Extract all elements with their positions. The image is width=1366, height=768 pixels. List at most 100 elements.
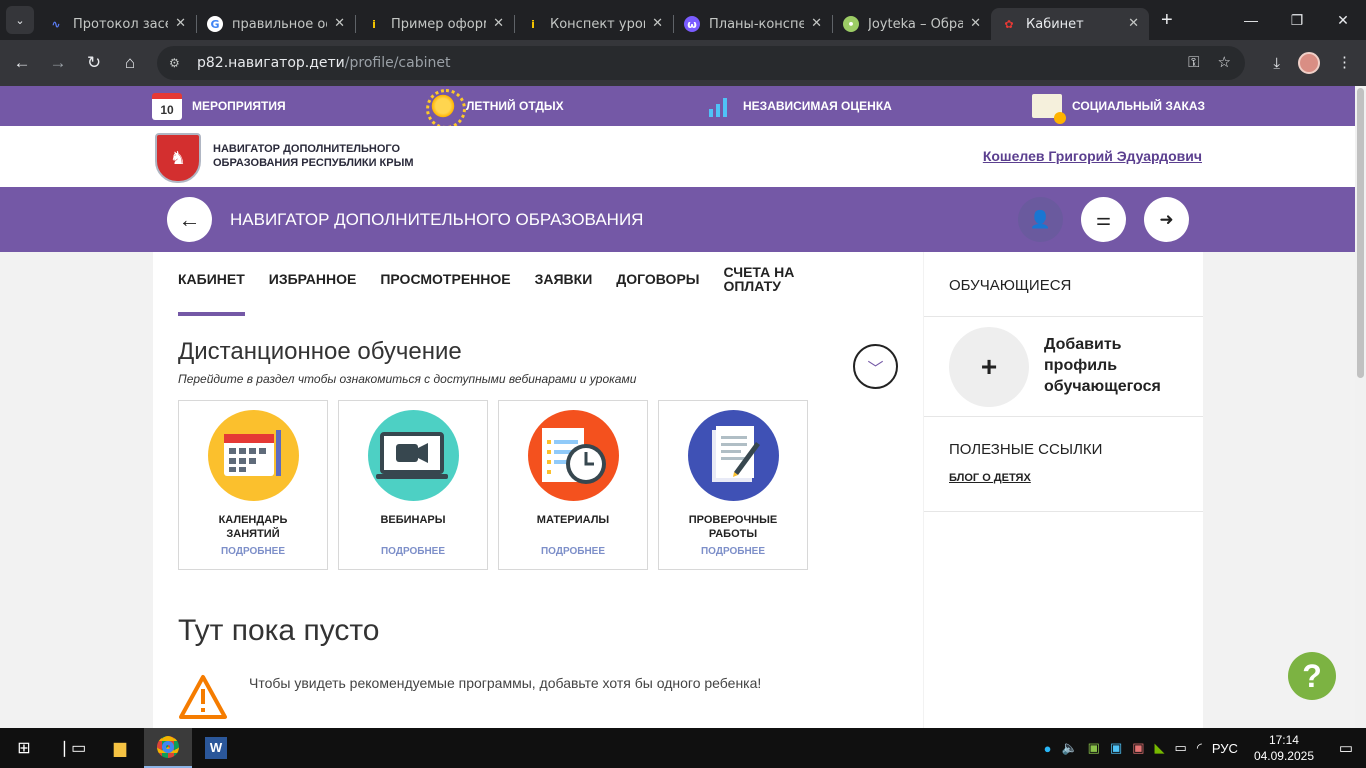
reload-icon[interactable]: ↻ [76,53,112,73]
card-materials[interactable]: МАТЕРИАЛЫ ПОДРОБНЕЕ [498,400,648,570]
user-button[interactable]: 👤 [1018,197,1063,242]
word-icon[interactable]: W [192,728,240,768]
filters-button[interactable]: ⚌ [1081,197,1126,242]
clock-document-icon [528,410,619,501]
site-header: ♞ НАВИГАТОР ДОПОЛНИТЕЛЬНОГО ОБРАЗОВАНИЯ … [0,126,1355,187]
card-calendar[interactable]: КАЛЕНДАРЬ ЗАНЯТИЙ ПОДРОБНЕЕ [178,400,328,570]
blog-link[interactable]: БЛОГ О ДЕТЯХ [949,472,1031,484]
menu-events[interactable]: 10 МЕРОПРИЯТИЯ [152,86,286,126]
language-indicator[interactable]: РУС [1212,741,1238,756]
user-profile-link[interactable]: Кошелев Григорий Эдуардович [983,148,1202,164]
close-tab-icon[interactable]: ✕ [175,16,186,31]
address-bar-row: ← → ↻ ⌂ ⚙ p82.навигатор.дети/profile/cab… [0,40,1366,86]
new-tab-icon[interactable]: + [1161,9,1173,32]
close-window-icon[interactable]: ✕ [1320,0,1366,40]
nvidia-icon[interactable]: ◣ [1155,740,1165,756]
browser-tab-2[interactable]: G правильное оф ✕ [197,8,355,40]
key-icon[interactable]: ⚿ [1188,53,1199,71]
browser-tab-4[interactable]: i Конспект урока ✕ [515,8,673,40]
card-tests[interactable]: ПРОВЕРОЧНЫЕ РАБОТЫ ПОДРОБНЕЕ [658,400,808,570]
menu-dots-icon[interactable]: ⋮ [1337,53,1352,71]
tab-viewed[interactable]: ПРОСМОТРЕННОЕ [380,272,510,293]
navigator-icon: ✿ [1004,17,1014,31]
distance-learning-title: Дистанционное обучение [178,338,462,365]
forward-arrow-icon[interactable]: → [40,53,76,73]
browser-tab-6[interactable]: • Joyteka – Обра ✕ [833,8,991,40]
info-icon: i [531,17,535,31]
chrome-icon[interactable] [144,728,192,768]
sidebar: ОБУЧАЮЩИЕСЯ + Добавить профиль обучающег… [924,252,1203,728]
tab-invoices[interactable]: СЧЕТА НА ОПЛАТУ [723,265,803,293]
app-tray-icon[interactable]: ▣ [1132,740,1144,756]
sliders-icon: ⚌ [1095,209,1112,229]
close-tab-icon[interactable]: ✕ [493,16,504,31]
tab-search-button[interactable]: ⌄ [6,6,34,34]
add-student-button[interactable]: + [949,327,1029,407]
site-logo-text[interactable]: НАВИГАТОР ДОПОЛНИТЕЛЬНОГО ОБРАЗОВАНИЯ РЕ… [213,142,414,170]
bulb-icon: • [843,16,859,32]
tab-applications[interactable]: ЗАЯВКИ [535,272,593,293]
wifi-icon[interactable]: ◜ [1197,740,1202,756]
tab-cabinet[interactable]: КАБИНЕТ [178,272,245,316]
more-link[interactable]: ПОДРОБНЕЕ [179,546,327,557]
download-icon[interactable]: ⤓ [1273,55,1280,72]
help-button[interactable]: ? [1288,652,1336,700]
browser-tab-7[interactable]: ✿ Кабинет ✕ [991,8,1149,40]
app-tray-icon[interactable]: ▣ [1110,740,1122,756]
logout-button[interactable]: ➜ [1144,197,1189,242]
chevron-down-icon: ﹀ [867,360,884,378]
clock[interactable]: 17:14 04.09.2025 [1254,732,1314,764]
back-arrow-icon[interactable]: ← [4,53,40,73]
close-tab-icon[interactable]: ✕ [334,16,345,31]
calendar-icon: 10 [152,92,182,120]
back-button[interactable]: ← [167,197,212,242]
crimea-emblem-logo[interactable]: ♞ [155,133,201,183]
calendar-icon [208,410,299,501]
menu-assessment[interactable]: НЕЗАВИСИМАЯ ОЦЕНКА [707,86,892,126]
test-paper-icon [688,410,779,501]
notification-icon[interactable]: ▭ [1326,739,1366,757]
arrow-left-icon: ← [178,206,201,232]
close-tab-icon[interactable]: ✕ [811,16,822,31]
more-link[interactable]: ПОДРОБНЕЕ [499,546,647,557]
file-explorer-icon[interactable]: ▆ [96,728,144,768]
battery-icon[interactable]: ▭ [1175,740,1187,756]
browser-tab-5[interactable]: ω Планы-конспек ✕ [674,8,832,40]
more-link[interactable]: ПОДРОБНЕЕ [659,546,807,557]
add-student-label[interactable]: Добавить профиль обучающегося [1044,334,1194,397]
page-title: НАВИГАТОР ДОПОЛНИТЕЛЬНОГО ОБРАЗОВАНИЯ [230,210,644,229]
home-icon[interactable]: ⌂ [112,53,148,73]
close-tab-icon[interactable]: ✕ [970,16,981,31]
restore-icon[interactable]: ❐ [1274,0,1320,40]
camera-icon [368,410,459,501]
profile-avatar[interactable] [1298,52,1320,74]
certificate-icon [1032,94,1066,124]
collapse-button[interactable]: ﹀ [853,344,898,389]
volume-icon[interactable]: 🔈 [1061,740,1077,756]
minimize-icon[interactable]: — [1228,0,1274,40]
more-link[interactable]: ПОДРОБНЕЕ [339,546,487,557]
warning-icon [179,675,227,719]
close-tab-icon[interactable]: ✕ [652,16,663,31]
site-info-icon[interactable]: ⚙ [169,56,185,70]
menu-social-order[interactable]: СОЦИАЛЬНЫЙ ЗАКАЗ [1032,86,1205,126]
card-webinars[interactable]: ВЕБИНАРЫ ПОДРОБНЕЕ [338,400,488,570]
scroll-thumb[interactable] [1357,88,1364,378]
students-heading: ОБУЧАЮЩИЕСЯ [949,277,1072,294]
tab-favorites[interactable]: ИЗБРАННОЕ [269,272,357,293]
close-tab-icon[interactable]: ✕ [1128,16,1139,31]
browser-tab-3[interactable]: i Пример оформ ✕ [356,8,514,40]
task-view-icon[interactable]: ❘▭ [48,728,96,768]
infourok-icon: ω [684,16,700,32]
url-field[interactable]: ⚙ p82.навигатор.дети/profile/cabinet ⚿ ☆ [157,46,1245,80]
page-scrollbar[interactable] [1355,86,1366,728]
browser-tab-1[interactable]: ∿ Протокол засед ✕ [38,8,196,40]
app-tray-icon[interactable]: ▣ [1088,740,1100,756]
top-menu: 10 МЕРОПРИЯТИЯ ЛЕТНИЙ ОТДЫХ НЕЗАВИСИМАЯ … [0,86,1355,129]
telegram-icon[interactable]: ● [1044,741,1052,756]
windows-start-icon[interactable]: ⊞ [0,728,48,768]
bookmark-star-icon[interactable]: ☆ [1218,53,1231,71]
google-icon: G [207,16,223,32]
menu-summer[interactable]: ЛЕТНИЙ ОТДЫХ [426,86,564,129]
tab-contracts[interactable]: ДОГОВОРЫ [616,272,699,293]
